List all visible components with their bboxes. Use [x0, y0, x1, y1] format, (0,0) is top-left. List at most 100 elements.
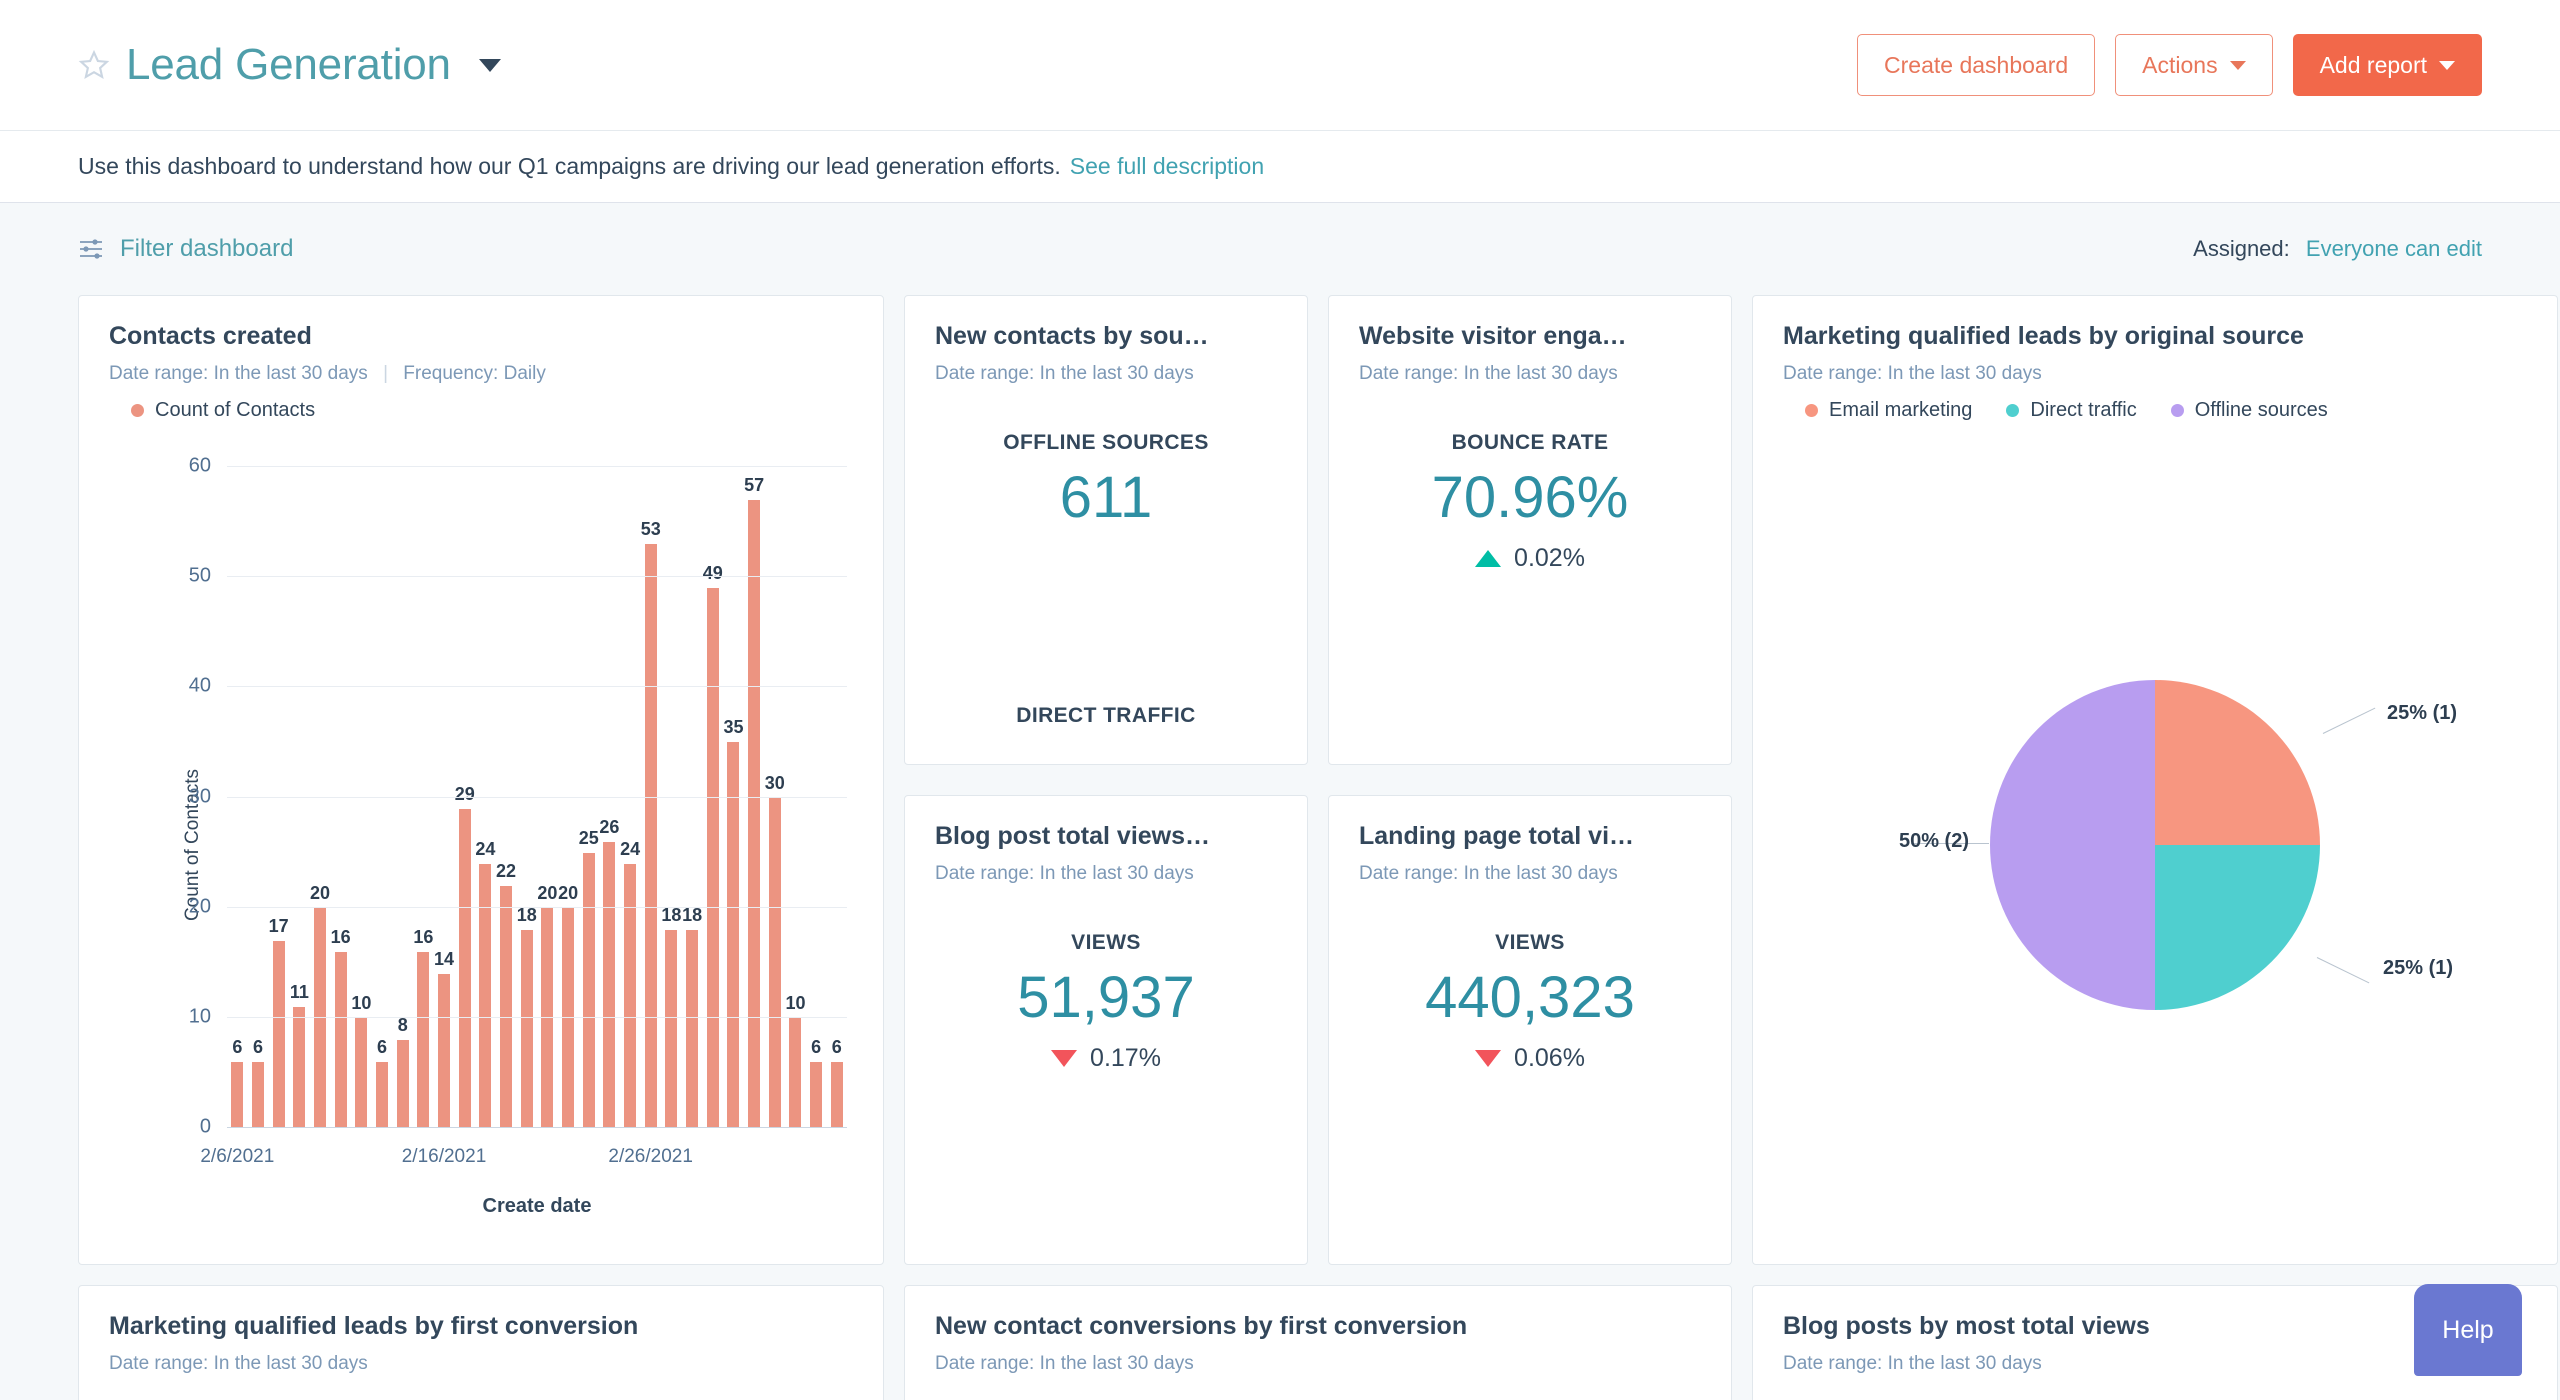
- card-title: Marketing qualified leads by first conve…: [109, 1312, 639, 1340]
- bar[interactable]: [293, 1006, 306, 1128]
- bar-value-label: 53: [640, 519, 661, 540]
- bar-slot[interactable]: 30: [764, 467, 785, 1128]
- bar[interactable]: [748, 500, 761, 1128]
- bar[interactable]: [603, 841, 616, 1128]
- bar-slot[interactable]: 6: [826, 467, 847, 1128]
- kpi-delta: 0.02%: [1475, 544, 1585, 573]
- card-mql-by-first-conversion[interactable]: Marketing qualified leads by first conve…: [78, 1285, 884, 1400]
- bar-slot[interactable]: 6: [227, 467, 248, 1128]
- bar[interactable]: [500, 885, 513, 1128]
- legend-item[interactable]: Email marketing: [1805, 399, 1972, 422]
- bar[interactable]: [727, 742, 740, 1128]
- x-axis-label: Create date: [482, 1195, 592, 1217]
- bar[interactable]: [768, 797, 781, 1128]
- bar[interactable]: [272, 940, 285, 1128]
- bar[interactable]: [438, 973, 451, 1128]
- bar[interactable]: [252, 1061, 264, 1128]
- card-new-contacts-by-source[interactable]: New contacts by sou… Date range: In the …: [904, 295, 1308, 765]
- bar-slot[interactable]: 8: [392, 467, 413, 1128]
- bar[interactable]: [231, 1061, 244, 1128]
- actions-button[interactable]: Actions: [2115, 34, 2273, 96]
- add-report-button[interactable]: Add report: [2292, 34, 2482, 96]
- bar-slot[interactable]: 14: [434, 467, 455, 1128]
- bar[interactable]: [334, 951, 347, 1128]
- bar-slot[interactable]: 18: [661, 467, 682, 1128]
- bar-slot[interactable]: 18: [682, 467, 703, 1128]
- bar[interactable]: [624, 863, 637, 1128]
- legend-color-dot: [2006, 404, 2020, 417]
- frequency-text: Frequency: Daily: [403, 363, 546, 384]
- see-full-description-link[interactable]: See full description: [1070, 153, 1264, 180]
- bar-slot[interactable]: 22: [496, 467, 517, 1128]
- bar-slot[interactable]: 6: [372, 467, 393, 1128]
- filter-dashboard-button[interactable]: Filter dashboard: [78, 235, 293, 263]
- legend-item[interactable]: Count of Contacts: [131, 399, 315, 422]
- bar[interactable]: [417, 951, 430, 1128]
- bar[interactable]: [830, 1061, 843, 1128]
- x-axis-tick: 2/6/2021: [200, 1146, 275, 1167]
- bar-slot[interactable]: 25: [578, 467, 599, 1128]
- assigned-value-link[interactable]: Everyone can edit: [2306, 236, 2482, 261]
- bar[interactable]: [644, 544, 657, 1128]
- bar-value-label: 49: [702, 563, 723, 584]
- bar-value-label: 57: [744, 475, 765, 496]
- bar[interactable]: [665, 929, 678, 1128]
- dashboard-title-group: Lead Generation: [78, 40, 501, 90]
- y-axis-tick: 20: [188, 895, 211, 918]
- bar[interactable]: [582, 852, 595, 1128]
- bar[interactable]: [520, 929, 533, 1128]
- bar-slot[interactable]: 57: [744, 467, 765, 1128]
- bar[interactable]: [706, 588, 719, 1128]
- legend-item[interactable]: Direct traffic: [2006, 399, 2137, 422]
- bar[interactable]: [789, 1017, 802, 1128]
- bar[interactable]: [686, 929, 699, 1128]
- bar-slot[interactable]: 16: [330, 467, 351, 1128]
- bar-slot[interactable]: 20: [537, 467, 558, 1128]
- bar-slot[interactable]: 49: [702, 467, 723, 1128]
- subtitle-divider: |: [383, 363, 388, 384]
- bar-slot[interactable]: 10: [785, 467, 806, 1128]
- date-range-text: Date range: In the last 30 days: [1359, 363, 1618, 384]
- card-contacts-created[interactable]: Contacts created Date range: In the last…: [78, 295, 884, 1265]
- bar-slot[interactable]: 11: [289, 467, 310, 1128]
- bar-value-label: 30: [764, 772, 785, 793]
- favorite-star-icon[interactable]: [78, 49, 110, 81]
- bar-slot[interactable]: 20: [310, 467, 331, 1128]
- card-mql-by-original-source[interactable]: Marketing qualified leads by original so…: [1752, 295, 2558, 1265]
- kpi-metric-label: BOUNCE RATE: [1451, 431, 1609, 454]
- card-landing-page-total-views[interactable]: Landing page total vi… Date range: In th…: [1328, 795, 1732, 1265]
- bar-value-label: 20: [558, 882, 579, 903]
- bar[interactable]: [458, 808, 471, 1128]
- bar[interactable]: [810, 1061, 823, 1128]
- bar-value-label: 24: [475, 838, 496, 859]
- bar-slot[interactable]: 6: [248, 467, 269, 1128]
- bar-slot[interactable]: 17: [268, 467, 289, 1128]
- legend-item[interactable]: Offline sources: [2170, 399, 2328, 422]
- bar[interactable]: [479, 863, 492, 1128]
- bar-slot[interactable]: 10: [351, 467, 372, 1128]
- bar-slot[interactable]: 16: [413, 467, 434, 1128]
- pie-shape[interactable]: [1990, 680, 2320, 1010]
- create-dashboard-button[interactable]: Create dashboard: [1857, 34, 2096, 96]
- bar-slot[interactable]: 53: [640, 467, 661, 1128]
- page-title[interactable]: Lead Generation: [126, 40, 451, 90]
- bar[interactable]: [355, 1017, 368, 1128]
- bar-slot[interactable]: 24: [620, 467, 641, 1128]
- bar-slot[interactable]: 18: [516, 467, 537, 1128]
- bar-slot[interactable]: 6: [806, 467, 827, 1128]
- card-new-contact-conversions[interactable]: New contact conversions by first convers…: [904, 1285, 1732, 1400]
- help-button[interactable]: Help: [2414, 1284, 2522, 1376]
- bar-slot[interactable]: 20: [558, 467, 579, 1128]
- bar-slot[interactable]: 24: [475, 467, 496, 1128]
- bar-slot[interactable]: 35: [723, 467, 744, 1128]
- bar[interactable]: [396, 1039, 409, 1128]
- card-website-visitor-engagement[interactable]: Website visitor enga… Date range: In the…: [1328, 295, 1732, 765]
- card-blog-post-total-views[interactable]: Blog post total views… Date range: In th…: [904, 795, 1308, 1265]
- bar-slot[interactable]: 26: [599, 467, 620, 1128]
- chevron-down-icon[interactable]: [478, 58, 501, 72]
- bar-slot[interactable]: 29: [454, 467, 475, 1128]
- bar[interactable]: [376, 1061, 389, 1128]
- chart-legend: Email marketing Direct traffic Offline s…: [1783, 399, 2527, 422]
- contacts-created-bar-chart: Count of Contacts 6 6 17 11 20 16 10 6 8 16 14 29 24…: [109, 451, 853, 1238]
- bar-value-label: 6: [811, 1036, 822, 1057]
